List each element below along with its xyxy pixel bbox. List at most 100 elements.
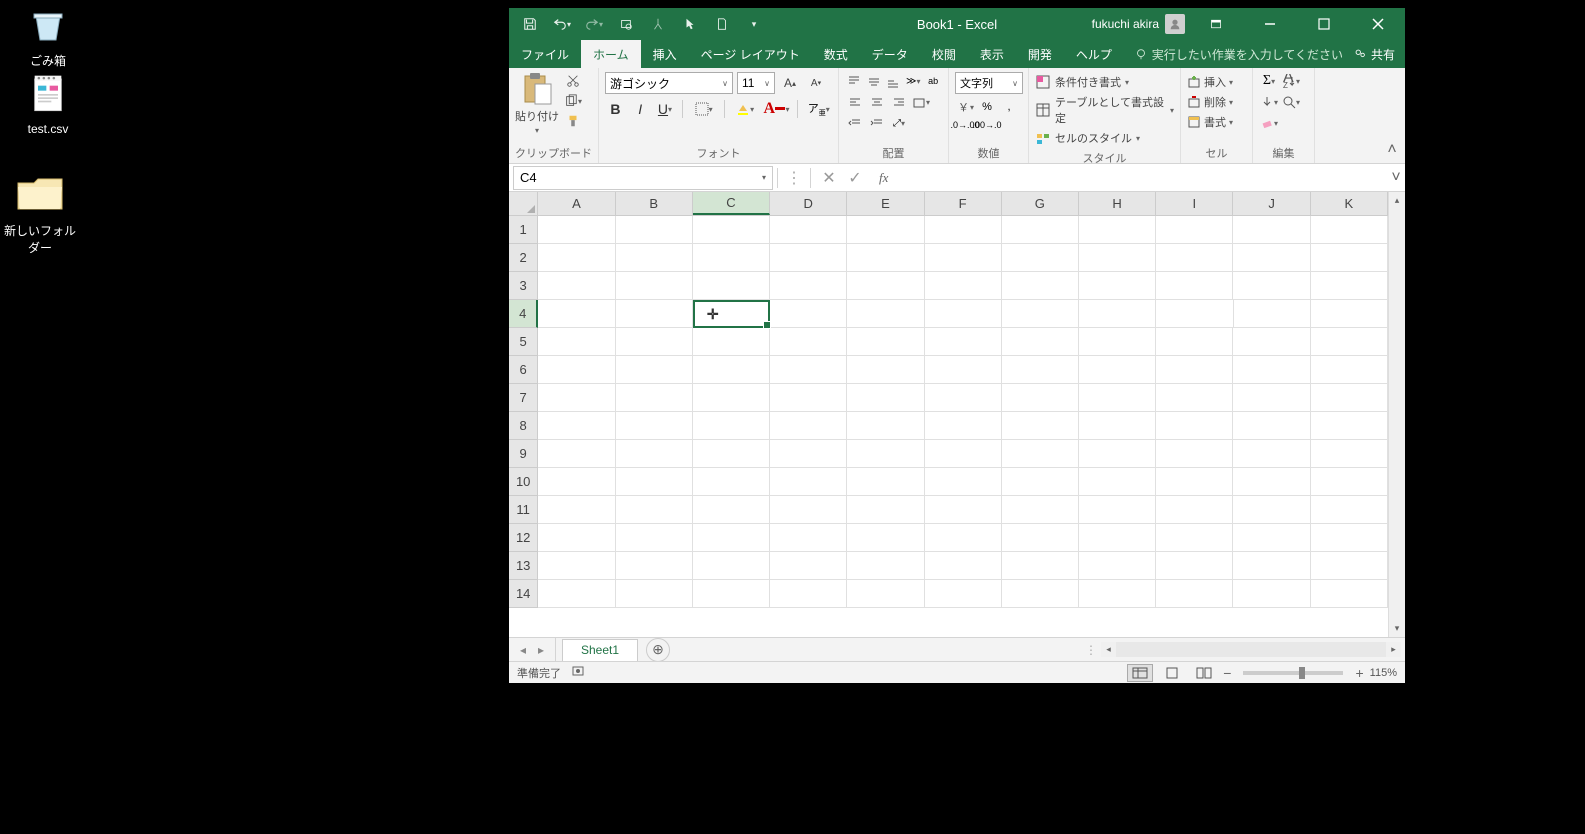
cell-H2[interactable] (1079, 244, 1156, 272)
italic-button[interactable]: I (630, 98, 651, 120)
cell-K14[interactable] (1311, 580, 1388, 608)
format-painter-button[interactable] (563, 112, 583, 130)
zoom-slider[interactable] (1243, 671, 1343, 675)
cell-C3[interactable] (693, 272, 770, 300)
cell-K4[interactable] (1311, 300, 1388, 328)
cell-B9[interactable] (616, 440, 693, 468)
cell-D7[interactable] (770, 384, 847, 412)
cell-A1[interactable] (538, 216, 615, 244)
increase-font-button[interactable]: A▴ (779, 72, 801, 94)
cell-D5[interactable] (770, 328, 847, 356)
align-right-button[interactable] (889, 93, 909, 111)
cell-I6[interactable] (1156, 356, 1233, 384)
normal-view-button[interactable] (1127, 664, 1153, 682)
increase-indent-button[interactable] (867, 114, 887, 132)
font-name-select[interactable]: 游ゴシック∨ (605, 72, 733, 94)
cell-I8[interactable] (1156, 412, 1233, 440)
tab-page-layout[interactable]: ページ レイアウト (689, 40, 812, 68)
tab-formulas[interactable]: 数式 (812, 40, 860, 68)
cell-G11[interactable] (1002, 496, 1079, 524)
row-header-7[interactable]: 7 (509, 384, 538, 412)
delete-cells-button[interactable]: 削除▾ (1187, 92, 1246, 112)
cell-F5[interactable] (925, 328, 1002, 356)
cell-C11[interactable] (693, 496, 770, 524)
cell-A4[interactable] (538, 300, 615, 328)
cell-E6[interactable] (847, 356, 924, 384)
row-header-2[interactable]: 2 (509, 244, 538, 272)
cell-I2[interactable] (1156, 244, 1233, 272)
cell-H11[interactable] (1079, 496, 1156, 524)
desktop-recycle-bin[interactable]: ごみ箱 (8, 0, 88, 69)
cell-C2[interactable] (693, 244, 770, 272)
vertical-scrollbar[interactable]: ▴ ▾ (1388, 192, 1405, 637)
close-button[interactable] (1355, 9, 1401, 39)
align-top-button[interactable] (845, 72, 863, 90)
page-layout-view-button[interactable] (1159, 664, 1185, 682)
cell-I13[interactable] (1156, 552, 1233, 580)
align-left-button[interactable] (845, 93, 865, 111)
cell-B13[interactable] (616, 552, 693, 580)
cell-E14[interactable] (847, 580, 924, 608)
cell-C4[interactable]: ✛ (693, 300, 770, 328)
row-header-8[interactable]: 8 (509, 412, 538, 440)
tab-home[interactable]: ホーム (581, 40, 641, 68)
tab-insert[interactable]: 挿入 (641, 40, 689, 68)
tab-file[interactable]: ファイル (509, 40, 581, 68)
orientation-diag-button[interactable]: ⤢▾ (889, 114, 909, 132)
cell-B5[interactable] (616, 328, 693, 356)
desktop-file-testcsv[interactable]: test.csv (8, 70, 88, 136)
cell-H13[interactable] (1079, 552, 1156, 580)
cell-B11[interactable] (616, 496, 693, 524)
cell-J7[interactable] (1233, 384, 1310, 412)
sheet-nav-next[interactable]: ▸ (533, 643, 549, 657)
cell-I1[interactable] (1156, 216, 1233, 244)
cell-B7[interactable] (616, 384, 693, 412)
conditional-formatting-button[interactable]: 条件付き書式▾ (1035, 72, 1174, 92)
decrease-font-button[interactable]: A▾ (805, 72, 827, 94)
clear-button[interactable]: ▾ (1259, 114, 1279, 132)
cell-E7[interactable] (847, 384, 924, 412)
collapse-ribbon-button[interactable]: ˄ (1383, 141, 1401, 159)
cell-A6[interactable] (538, 356, 615, 384)
cell-E12[interactable] (847, 524, 924, 552)
cell-E3[interactable] (847, 272, 924, 300)
column-header-J[interactable]: J (1233, 192, 1310, 215)
cell-H12[interactable] (1079, 524, 1156, 552)
row-header-6[interactable]: 6 (509, 356, 538, 384)
cell-F13[interactable] (925, 552, 1002, 580)
share-button[interactable]: 共有 (1353, 46, 1395, 63)
cell-C5[interactable] (693, 328, 770, 356)
zoom-level[interactable]: 115% (1370, 667, 1397, 679)
horizontal-scrollbar[interactable]: ◂ ▸ (1101, 642, 1401, 657)
sort-filter-button[interactable]: AZ▾ (1281, 72, 1301, 90)
cell-C10[interactable] (693, 468, 770, 496)
cell-I5[interactable] (1156, 328, 1233, 356)
row-header-10[interactable]: 10 (509, 468, 538, 496)
cell-I7[interactable] (1156, 384, 1233, 412)
new-file-icon[interactable] (709, 11, 735, 37)
scroll-up-button[interactable]: ▴ (1389, 192, 1405, 209)
column-header-G[interactable]: G (1002, 192, 1079, 215)
cell-G8[interactable] (1002, 412, 1079, 440)
find-button[interactable]: ▾ (1281, 93, 1301, 111)
cell-E10[interactable] (847, 468, 924, 496)
cell-C12[interactable] (693, 524, 770, 552)
cell-A2[interactable] (538, 244, 615, 272)
cell-F8[interactable] (925, 412, 1002, 440)
cell-D1[interactable] (770, 216, 847, 244)
column-header-A[interactable]: A (538, 192, 615, 215)
cell-D13[interactable] (770, 552, 847, 580)
cell-F6[interactable] (925, 356, 1002, 384)
cell-H5[interactable] (1079, 328, 1156, 356)
cell-H8[interactable] (1079, 412, 1156, 440)
sheet-nav-prev[interactable]: ◂ (515, 643, 531, 657)
orientation-button[interactable]: ≫▾ (904, 72, 922, 90)
formula-options-icon[interactable]: ⋮ (786, 168, 802, 188)
format-cells-button[interactable]: 書式▾ (1187, 112, 1246, 132)
cell-A8[interactable] (538, 412, 615, 440)
cell-J2[interactable] (1233, 244, 1310, 272)
cell-I4[interactable] (1156, 300, 1233, 328)
cell-E4[interactable] (847, 300, 924, 328)
print-preview-icon[interactable] (613, 11, 639, 37)
cell-E8[interactable] (847, 412, 924, 440)
